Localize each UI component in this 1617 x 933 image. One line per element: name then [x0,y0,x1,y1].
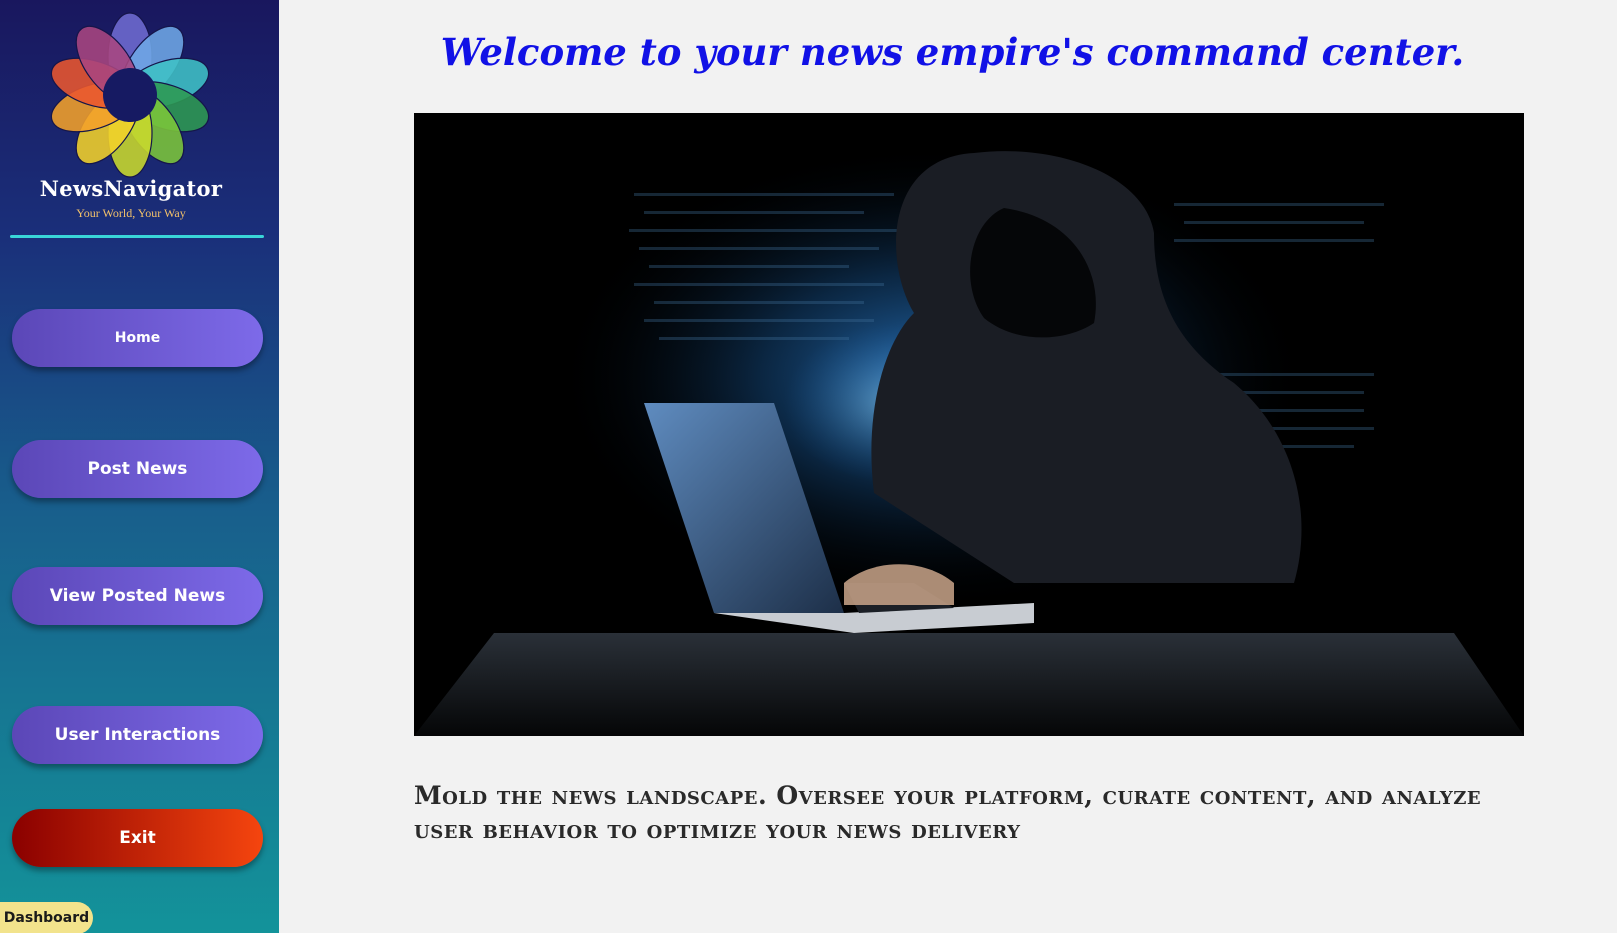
main-content: Welcome to your news empire's command ce… [279,0,1617,933]
home-button[interactable]: Home [12,309,263,367]
exit-button[interactable]: Exit [12,809,263,867]
hero-image [414,113,1524,736]
hooded-figure-laptop-illustration [414,113,1524,736]
brand-name: NewsNavigator [39,176,223,201]
dashboard-badge: Dashboard [0,902,93,933]
flower-logo-icon [50,12,210,178]
tagline-text: Mold the news landscape. Oversee your pl… [414,781,1482,844]
welcome-heading: Welcome to your news empire's command ce… [440,30,1465,74]
sidebar: NewsNavigator Your World, Your Way Home … [0,0,279,933]
sidebar-divider [10,235,264,238]
brand-tagline: Your World, Your Way [76,206,186,220]
view-posted-news-button[interactable]: View Posted News [12,567,263,625]
brand-logo: NewsNavigator Your World, Your Way [0,8,279,228]
post-news-button[interactable]: Post News [12,440,263,498]
user-interactions-button[interactable]: User Interactions [12,706,263,764]
